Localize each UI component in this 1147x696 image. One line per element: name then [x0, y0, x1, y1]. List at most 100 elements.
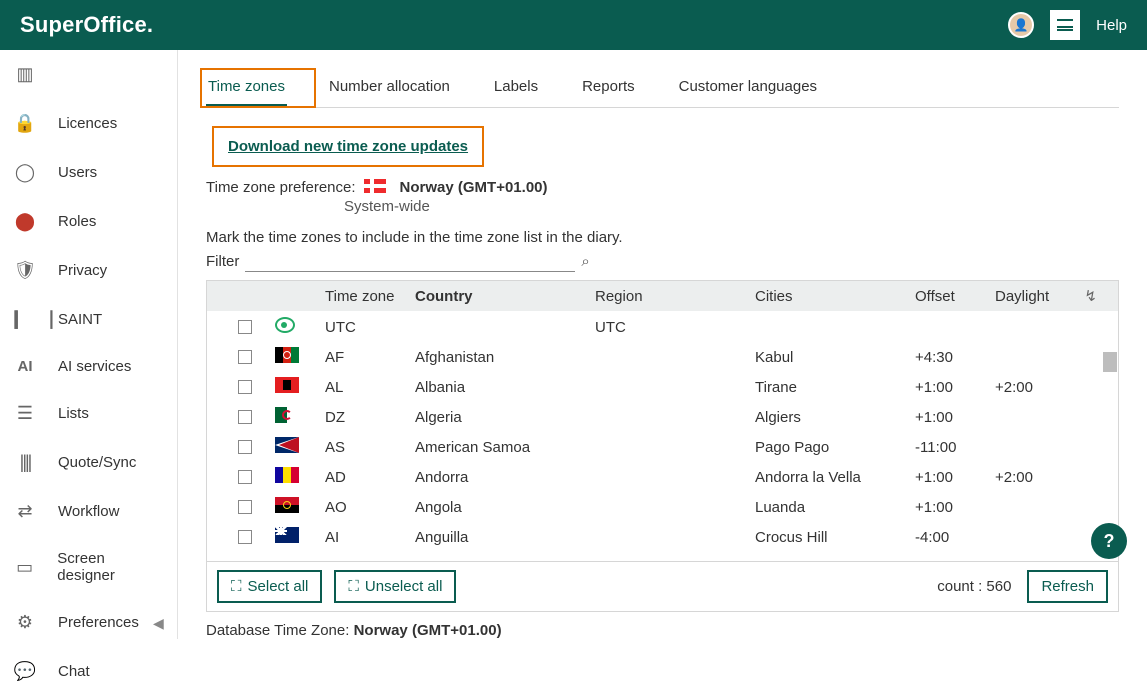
cell-cities: Andorra la Vella	[755, 469, 915, 486]
scrollbar-thumb[interactable]	[1103, 352, 1117, 372]
cell-cities: Kabul	[755, 349, 915, 366]
cell-code: AD	[325, 469, 415, 486]
cell-cities: Crocus Hill	[755, 529, 915, 546]
cell-offset: -4:00	[915, 529, 995, 546]
col-cities[interactable]: Cities	[755, 288, 915, 305]
refresh-button[interactable]: Refresh	[1027, 570, 1108, 603]
chat-icon: 💬	[14, 661, 36, 682]
sidebar-item-privacy[interactable]: 🛡 Privacy	[0, 246, 177, 295]
workflow-icon: ⇄	[14, 501, 36, 522]
tab-time-zones[interactable]: Time zones	[206, 68, 287, 107]
cell-code: AS	[325, 439, 415, 456]
topbar: SuperOffice. 👤 Help	[0, 0, 1147, 50]
flag-norway-icon	[364, 179, 386, 193]
cell-cities: Algiers	[755, 409, 915, 426]
download-updates-link[interactable]: Download new time zone updates	[228, 138, 468, 155]
sidebar-item-workflow[interactable]: ⇄ Workflow	[0, 487, 177, 536]
row-checkbox[interactable]	[238, 380, 252, 394]
table-row[interactable]: AOAngolaLuanda+1:00	[207, 491, 1118, 521]
ai-icon: AI	[14, 358, 36, 375]
table-row[interactable]: ADAndorraAndorra la Vella+1:00+2:00	[207, 461, 1118, 491]
cell-daylight: +2:00	[995, 469, 1075, 486]
help-link[interactable]: Help	[1096, 17, 1127, 34]
tab-labels[interactable]: Labels	[492, 68, 540, 107]
sidebar-item-lists[interactable]: ☰Lists	[0, 389, 177, 438]
sidebar-item-label: AI services	[58, 358, 131, 375]
filter-input[interactable]	[245, 250, 575, 272]
table-row[interactable]: ALAlbaniaTirane+1:00+2:00	[207, 371, 1118, 401]
sidebar-item-saint[interactable]: ⎹⎸⎹SAINT	[0, 295, 177, 344]
screen-icon: ▭	[14, 557, 35, 578]
topbar-right: 👤 Help	[1008, 10, 1127, 40]
sidebar-item-chat[interactable]: 💬Chat	[0, 647, 177, 696]
sidebar-item-label: Roles	[58, 213, 96, 230]
filter-label: Filter	[206, 253, 239, 270]
cell-cities: Luanda	[755, 499, 915, 516]
flag-icon	[275, 497, 299, 513]
sidebar-item-roles[interactable]: ⬤Roles	[0, 197, 177, 246]
sidebar-item-label: Quote/Sync	[58, 454, 136, 471]
unselect-all-button[interactable]: ⛶Unselect all	[334, 570, 456, 603]
row-checkbox[interactable]	[238, 500, 252, 514]
table-row[interactable]: AIAnguillaCrocus Hill-4:00	[207, 521, 1118, 551]
gear-icon: ⚙	[14, 612, 36, 633]
cell-offset: +4:30	[915, 349, 995, 366]
timezone-grid: Time zone Country Region Cities Offset D…	[206, 280, 1119, 612]
menu-icon	[1057, 19, 1073, 31]
tab-customer-languages[interactable]: Customer languages	[677, 68, 819, 107]
avatar[interactable]: 👤	[1008, 12, 1034, 38]
collapse-sidebar-button[interactable]: ◀	[153, 615, 171, 633]
col-offset[interactable]: Offset	[915, 288, 995, 305]
row-checkbox[interactable]	[238, 530, 252, 544]
cell-code: DZ	[325, 409, 415, 426]
sidebar-item-label: Workflow	[58, 503, 119, 520]
lock-icon: 🔒	[14, 113, 36, 134]
sidebar-item-ai[interactable]: AI AI services	[0, 344, 177, 389]
download-highlight-annotation: Download new time zone updates	[212, 126, 484, 167]
sidebar-item-users[interactable]: ◯Users	[0, 148, 177, 197]
grid-body: UTCUTCAFAfghanistanKabul+4:30ALAlbaniaTi…	[207, 311, 1118, 561]
flag-icon	[275, 437, 299, 453]
col-region[interactable]: Region	[595, 288, 755, 305]
flag-icon	[275, 377, 299, 393]
row-checkbox[interactable]	[238, 470, 252, 484]
col-country[interactable]: Country	[415, 288, 595, 305]
sidebar-item-preferences[interactable]: ⚙Preferences	[0, 598, 177, 647]
sidebar-item-book[interactable]: ▥	[0, 50, 177, 99]
col-timezone[interactable]: Time zone	[325, 288, 415, 305]
table-row[interactable]: DZAlgeria Algiers+1:00	[207, 401, 1118, 431]
tab-number-allocation[interactable]: Number allocation	[327, 68, 452, 107]
sidebar-item-licences[interactable]: 🔒Licences	[0, 99, 177, 148]
flag-icon	[275, 347, 299, 363]
cell-cities: Tirane	[755, 379, 915, 396]
sidebar-item-screen-designer[interactable]: ▭Screen designer	[0, 536, 177, 598]
flag-icon	[275, 467, 299, 483]
table-row[interactable]: ASAmerican SamoaPago Pago-11:00	[207, 431, 1118, 461]
cell-offset: +1:00	[915, 499, 995, 516]
select-all-button[interactable]: ⛶Select all	[217, 570, 322, 603]
unselect-all-label: Unselect all	[365, 578, 443, 595]
table-row[interactable]: UTCUTC	[207, 311, 1118, 341]
row-checkbox[interactable]	[238, 410, 252, 424]
flag-icon	[275, 527, 299, 543]
cell-country: Algeria	[415, 409, 595, 426]
table-row[interactable]: AFAfghanistanKabul+4:30	[207, 341, 1118, 371]
sidebar-item-label: Lists	[58, 405, 89, 422]
tab-reports[interactable]: Reports	[580, 68, 637, 107]
search-icon[interactable]: ⌕	[581, 253, 589, 270]
barcode-icon: ||||	[14, 452, 36, 473]
row-checkbox[interactable]	[238, 320, 252, 334]
col-daylight[interactable]: Daylight	[995, 288, 1075, 305]
main-menu-button[interactable]	[1050, 10, 1080, 40]
sidebar: ▥ 🔒Licences ◯Users ⬤Roles 🛡 Privacy ⎹⎸⎹SA…	[0, 50, 178, 639]
cell-cities: Pago Pago	[755, 439, 915, 456]
shield-icon: 🛡	[14, 260, 36, 281]
sidebar-item-quote[interactable]: |||| Quote/Sync	[0, 438, 177, 487]
row-checkbox[interactable]	[238, 350, 252, 364]
cell-offset: +1:00	[915, 409, 995, 426]
row-checkbox[interactable]	[238, 440, 252, 454]
cell-daylight: +2:00	[995, 379, 1075, 396]
sidebar-item-label: Privacy	[58, 262, 107, 279]
help-fab-button[interactable]: ?	[1091, 523, 1127, 559]
col-menu-icon[interactable]: ↯	[1075, 287, 1103, 305]
